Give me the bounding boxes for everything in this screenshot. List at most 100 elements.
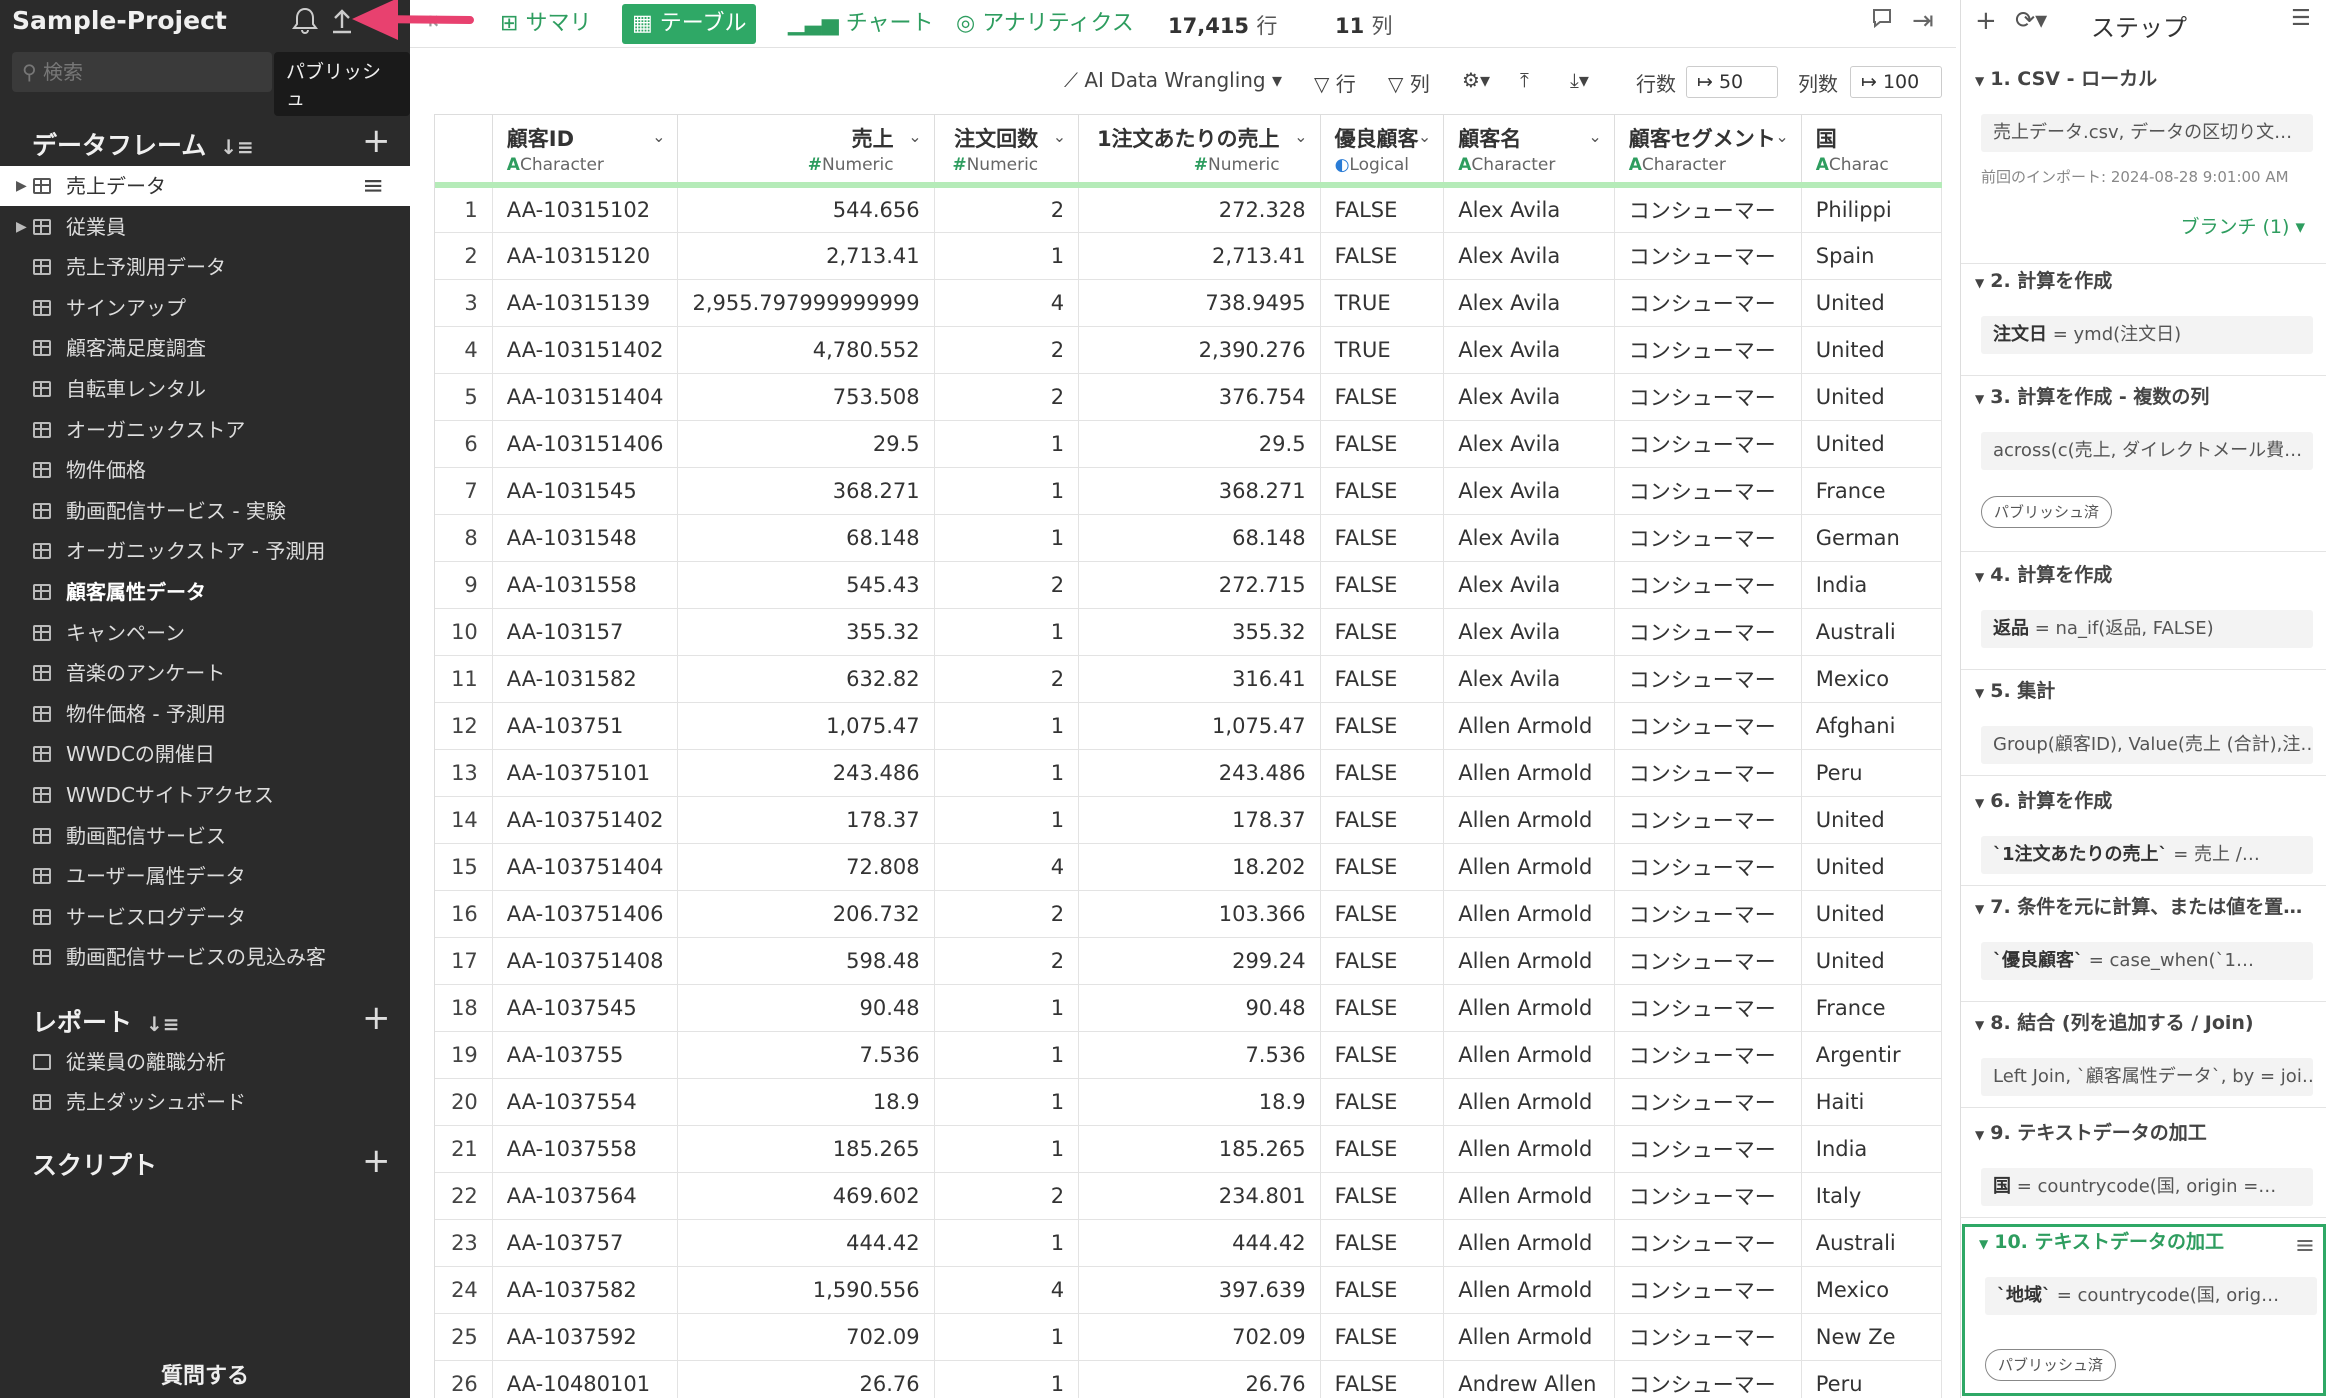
table-cell[interactable]: コンシューマー — [1614, 514, 1802, 562]
table-cell[interactable]: 2,955.797999999999 — [677, 279, 935, 327]
table-cell[interactable]: Alex Avila — [1443, 420, 1615, 468]
table-cell[interactable]: Allen Armold — [1443, 1031, 1615, 1079]
table-cell[interactable]: Alex Avila — [1443, 326, 1615, 374]
table-cell[interactable]: 299.24 — [1078, 937, 1321, 985]
table-cell[interactable]: Alex Avila — [1443, 514, 1615, 562]
table-cell[interactable]: 4,780.552 — [677, 326, 935, 374]
table-cell[interactable]: AA-1037592 — [492, 1313, 679, 1361]
table-cell[interactable]: 26.76 — [1078, 1360, 1321, 1398]
table-cell[interactable]: FALSE — [1320, 608, 1445, 656]
add-step-icon[interactable]: + — [1975, 6, 1997, 36]
tab-table[interactable]: ▦ テーブル — [622, 4, 757, 44]
table-cell[interactable]: AA-1037545 — [492, 984, 679, 1032]
step-title[interactable]: ▼ 9. テキストデータの加工 — [1975, 1118, 2207, 1145]
chevron-down-icon[interactable]: ⌄ — [1588, 127, 1601, 146]
chevron-down-icon[interactable]: ⌄ — [908, 127, 921, 146]
table-cell[interactable]: 545.43 — [677, 561, 935, 609]
table-cell[interactable]: United — [1801, 937, 1942, 985]
settings-button[interactable]: ⚙▾ — [1462, 68, 1490, 92]
step-item[interactable]: ▼ 9. テキストデータの加工国 = countrycode(国, origin … — [1961, 1118, 2326, 1218]
caret-right-icon[interactable]: ▶ — [16, 166, 27, 206]
sort-icon[interactable]: ↓≡ — [146, 1012, 180, 1036]
table-cell[interactable]: 702.09 — [677, 1313, 935, 1361]
step-code[interactable]: `地域` = countrycode(国, orig… — [1985, 1277, 2317, 1315]
table-cell[interactable]: India — [1801, 561, 1942, 609]
table-cell[interactable]: Allen Armold — [1443, 702, 1615, 750]
table-cell[interactable]: United — [1801, 420, 1942, 468]
table-cell[interactable]: 2,713.41 — [1078, 232, 1321, 280]
table-cell[interactable]: Allen Armold — [1443, 1125, 1615, 1173]
table-cell[interactable]: 2 — [934, 655, 1080, 703]
table-cell[interactable]: Australi — [1801, 608, 1942, 656]
table-cell[interactable]: Spain — [1801, 232, 1942, 280]
table-cell[interactable]: 1 — [934, 702, 1080, 750]
table-cell[interactable]: FALSE — [1320, 561, 1445, 609]
sidebar-item-dataframe[interactable]: 音楽のアンケート — [0, 653, 410, 693]
table-cell[interactable]: コンシューマー — [1614, 1266, 1802, 1314]
collapse-right-icon[interactable]: ⇥ — [1912, 6, 1934, 36]
table-row[interactable]: 10 AA-103157 355.32 1 355.32 FALSE Alex Avila コ… — [435, 608, 1942, 656]
ask-button[interactable]: 質問する — [0, 1358, 410, 1390]
table-row[interactable]: 6 AA-103151406 29.5 1 29.5 FALSE Alex Avila コンシ… — [435, 420, 1942, 468]
table-cell[interactable]: United — [1801, 843, 1942, 891]
table-cell[interactable]: コンシューマー — [1614, 420, 1802, 468]
sidebar-item-dataframe[interactable]: 動画配信サービス — [0, 816, 410, 856]
table-row[interactable]: 8 AA-1031548 68.148 1 68.148 FALSE Alex Avila コ… — [435, 514, 1942, 562]
table-row[interactable]: 24 AA-1037582 1,590.556 4 397.639 FALSE Allen … — [435, 1266, 1942, 1314]
table-cell[interactable]: AA-1037558 — [492, 1125, 679, 1173]
sidebar-item-dataframe[interactable]: サービスログデータ — [0, 897, 410, 937]
table-row[interactable]: 19 AA-103755 7.536 1 7.536 FALSE Allen Armold コ… — [435, 1031, 1942, 1079]
table-cell[interactable]: 1 — [934, 467, 1080, 515]
table-cell[interactable]: Alex Avila — [1443, 232, 1615, 280]
table-cell[interactable]: Allen Armold — [1443, 843, 1615, 891]
add-script-button[interactable]: + — [362, 1144, 391, 1178]
table-cell[interactable]: Alex Avila — [1443, 608, 1615, 656]
table-cell[interactable]: 2 — [934, 373, 1080, 421]
table-cell[interactable]: コンシューマー — [1614, 1219, 1802, 1267]
table-cell[interactable]: FALSE — [1320, 1266, 1445, 1314]
step-item[interactable]: ▼ 3. 計算を作成 - 複数の列 across(c(売上, ダイレクトメール費… パ… — [1961, 382, 2326, 552]
step-code[interactable]: 返品 = na_if(返品, FALSE) — [1981, 610, 2313, 648]
col-filter-button[interactable]: ▽ 列 — [1388, 68, 1430, 97]
table-cell[interactable]: 18.9 — [677, 1078, 935, 1126]
table-cell[interactable]: 272.715 — [1078, 561, 1321, 609]
table-cell[interactable]: 90.48 — [677, 984, 935, 1032]
table-cell[interactable]: AA-10315120 — [492, 232, 679, 280]
step-title[interactable]: ▼ 4. 計算を作成 — [1975, 560, 2112, 587]
chevron-down-icon[interactable]: ⌄ — [1053, 127, 1066, 146]
table-cell[interactable]: United — [1801, 326, 1942, 374]
table-cell[interactable]: United — [1801, 279, 1942, 327]
table-cell[interactable]: 444.42 — [1078, 1219, 1321, 1267]
table-cell[interactable]: コンシューマー — [1614, 1078, 1802, 1126]
column-header[interactable]: 顧客セグメント ACharacter ⌄ — [1614, 115, 1802, 188]
table-cell[interactable]: AA-103151406 — [492, 420, 679, 468]
table-cell[interactable]: 4 — [934, 279, 1080, 327]
table-cell[interactable]: AA-1031582 — [492, 655, 679, 703]
step-item[interactable]: ▼ 6. 計算を作成 `1注文あたりの売上` = 売上 /… — [1961, 786, 2326, 886]
table-cell[interactable]: Allen Armold — [1443, 1219, 1615, 1267]
sidebar-item-dataframe[interactable]: WWDCサイトアクセス — [0, 775, 410, 815]
step-title[interactable]: ▼ 10. テキストデータの加工 — [1979, 1227, 2224, 1254]
table-cell[interactable]: FALSE — [1320, 749, 1445, 797]
table-cell[interactable]: コンシューマー — [1614, 1360, 1802, 1398]
table-row[interactable]: 3 AA-10315139 2,955.797999999999 4 738.9495 T… — [435, 279, 1942, 327]
table-cell[interactable]: コンシューマー — [1614, 1125, 1802, 1173]
sidebar-item-dataframe[interactable]: 動画配信サービスの見込み客 — [0, 937, 410, 977]
column-header[interactable]: 顧客名 ACharacter ⌄ — [1443, 115, 1615, 188]
table-cell[interactable]: 29.5 — [677, 420, 935, 468]
table-cell[interactable]: Allen Armold — [1443, 1172, 1615, 1220]
table-cell[interactable]: Alex Avila — [1443, 373, 1615, 421]
step-code[interactable]: across(c(売上, ダイレクトメール費… — [1981, 432, 2313, 470]
sidebar-item-dataframe[interactable]: ▶ 従業員 — [0, 207, 410, 247]
table-cell[interactable]: Allen Armold — [1443, 1078, 1615, 1126]
table-cell[interactable]: コンシューマー — [1614, 1031, 1802, 1079]
collapse-left-icon[interactable]: ⇤ — [428, 6, 450, 36]
sidebar-item-dataframe[interactable]: キャンペーン — [0, 613, 410, 653]
table-cell[interactable]: 1 — [934, 749, 1080, 797]
table-row[interactable]: 23 AA-103757 444.42 1 444.42 FALSE Allen Armol… — [435, 1219, 1942, 1267]
sidebar-item-dataframe[interactable]: オーガニックストア — [0, 410, 410, 450]
step-item[interactable]: ▼ 1. CSV - ローカル 売上データ.csv, データの区切り文… 前回のインポ… — [1961, 64, 2326, 264]
table-cell[interactable]: AA-103751 — [492, 702, 679, 750]
table-cell[interactable]: FALSE — [1320, 420, 1445, 468]
table-cell[interactable]: 4 — [934, 1266, 1080, 1314]
